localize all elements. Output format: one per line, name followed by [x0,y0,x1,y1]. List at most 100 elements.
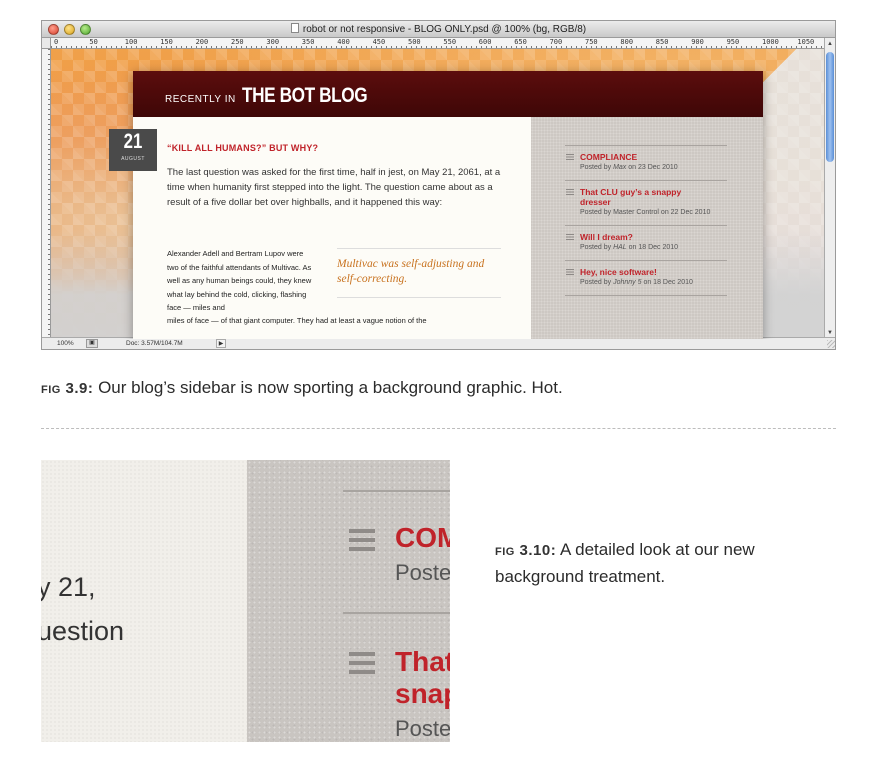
meta-prefix: Posted by [580,279,614,286]
document-canvas[interactable]: RECENTLY IN THE BOT BLOG 21 AUGUST “KILL… [51,49,826,339]
blog-header-title: RECENTLY IN THE BOT BLOG [165,84,395,108]
sidebar-item-title[interactable]: Will I dream? [580,232,690,242]
status-menu-arrow-icon[interactable]: ▶ [216,339,226,348]
zoom-level[interactable]: 100% [57,340,74,347]
zoom-item-title: COM [395,522,450,553]
blog-main-column: 21 AUGUST “KILL ALL HUMANS?” BUT WHY? Th… [109,117,531,339]
figure-caption-text: Our blog’s sidebar is now sporting a bac… [93,378,563,397]
post-paragraph-2-continued: miles of face — of that giant computer. … [167,316,427,325]
zoom-item-title: snap [395,678,450,709]
blog-header-name: THE BOT BLOG [242,84,368,107]
sidebar-item-title[interactable]: Hey, nice software! [580,267,690,277]
vertical-scrollbar[interactable]: ▲ ▼ [824,38,835,339]
sidebar-item-title[interactable]: That CLU guy’s a snappy dresser [580,187,690,207]
document-icon [290,23,299,33]
list-menu-icon [349,529,375,551]
sidebar-item-title[interactable]: COMPLIANCE [580,152,690,162]
ruler-tick-label: 450 [372,38,386,46]
ruler-tick-label: 650 [514,38,527,46]
sidebar-list: COMPLIANCE Posted by Max on 23 Dec 2010 … [565,145,727,309]
meta-prefix: Posted by [580,164,614,171]
list-menu-icon [566,234,574,240]
figure-caption-3-10: FIG 3.10: A detailed look at our new bac… [495,537,825,590]
ruler-tick-label: 1000 [762,38,779,46]
sidebar-item[interactable]: Hey, nice software! Posted by Johnny 5 o… [565,260,727,295]
document-size: Doc: 3.57M/104.7M [126,340,183,347]
ruler-tick-label: 750 [585,38,598,46]
post-paragraph-1: The last question was asked for the firs… [167,167,501,208]
ruler-tick-label: 550 [443,38,457,46]
ruler-tick-label: 1050 [797,38,815,46]
meta-suffix: on 18 Dec 2010 [641,279,693,286]
photoshop-window: robot or not responsive - BLOG ONLY.psd … [41,20,836,350]
zoom-main-column: y 21, uestion [41,460,247,742]
resize-grip-icon[interactable] [827,340,835,348]
meta-suffix: on 22 Dec 2010 [658,209,711,216]
ruler-tick-label: 850 [655,38,669,46]
zoom-sidebar: COM Poste That snap Poste [247,460,450,742]
zoom-body-text-line: y 21, [41,572,96,602]
window-titlebar: robot or not responsive - BLOG ONLY.psd … [42,21,835,38]
list-menu-icon [349,652,375,674]
sidebar-item[interactable]: That CLU guy’s a snappy dresser Posted b… [565,180,727,225]
figure-label: FIG 3.10: [495,542,557,559]
document-title-text: robot or not responsive - BLOG ONLY.psd … [302,24,587,35]
ruler-tick-label: 500 [408,38,421,46]
zoom-divider [343,612,450,614]
meta-suffix: on 23 Dec 2010 [626,164,678,171]
blog-sidebar: COMPLIANCE Posted by Max on 23 Dec 2010 … [531,117,763,339]
sidebar-item[interactable]: COMPLIANCE Posted by Max on 23 Dec 2010 [565,145,727,180]
meta-author: Max [613,164,627,171]
zoom-body-text-line: uestion [41,616,125,646]
list-menu-icon [566,154,574,160]
ruler-tick-label: 300 [266,38,280,46]
zoom-item-meta: Poste [395,716,450,741]
meta-author: Johnny 5 [613,279,642,286]
ruler-tick-label: 50 [89,38,98,46]
date-badge: 21 AUGUST [109,129,157,171]
meta-suffix: on 18 Dec 2010 [626,244,679,251]
figure-label: FIG 3.9: [41,380,94,397]
screen-mode-icon[interactable]: ▣ [86,339,98,348]
blog-header: RECENTLY IN THE BOT BLOG [133,71,763,117]
ruler-tick-label: 150 [160,38,173,46]
list-menu-icon [566,189,574,195]
zoom-divider [343,490,450,492]
post-title: “KILL ALL HUMANS?” BUT WHY? [167,143,319,153]
sidebar-item-meta: Posted by HAL on 18 Dec 2010 [580,243,727,253]
sidebar-item[interactable]: Will I dream? Posted by HAL on 18 Dec 20… [565,225,727,260]
zoom-item-title: That [395,646,450,677]
scroll-down-arrow-icon[interactable]: ▼ [826,329,834,337]
horizontal-ruler[interactable]: 0 50 100 150 200 250 300 350 400 450 500 550 600 650 7… [51,38,824,49]
ruler-tick-label: 200 [195,38,209,46]
scroll-up-arrow-icon[interactable]: ▲ [826,40,834,48]
vertical-ruler[interactable] [42,49,51,339]
meta-prefix: Posted by [580,244,614,251]
meta-author: HAL [613,244,627,251]
ruler-tick-label: 950 [726,38,740,46]
zoomed-detail-image: y 21, uestion COM Poste That snap Poste [41,460,450,742]
figure-caption-3-9: FIG 3.9: Our blog’s sidebar is now sport… [41,378,841,398]
ruler-tick-label: 0 [54,38,59,46]
meta-prefix: Posted by [580,209,614,216]
dashed-divider [41,428,836,429]
date-day: 21 [123,130,143,153]
ruler-tick-label: 350 [301,38,315,46]
sidebar-item-meta: Posted by Master Control on 22 Dec 2010 [580,208,727,218]
document-title: robot or not responsive - BLOG ONLY.psd … [42,23,835,35]
ruler-tick-label: 600 [478,38,492,46]
meta-author: Master Control [613,209,659,216]
scroll-thumb[interactable] [826,52,834,162]
date-month: AUGUST [121,156,145,162]
ruler-corner[interactable] [42,38,51,49]
sidebar-item-meta: Posted by Johnny 5 on 18 Dec 2010 [580,278,727,288]
ruler-tick-label: 700 [549,38,563,46]
ruler-tick-label: 800 [620,38,634,46]
ruler-tick-label: 900 [691,38,704,46]
blog-header-kicker: RECENTLY IN [165,94,236,105]
blog-mockup: RECENTLY IN THE BOT BLOG 21 AUGUST “KILL… [109,71,763,339]
sidebar-item-partial [565,295,727,309]
post-paragraph-2: Alexander Adell and Bertram Lupov were t… [167,249,312,313]
ruler-tick-label: 400 [337,38,350,46]
list-menu-icon [566,269,574,275]
